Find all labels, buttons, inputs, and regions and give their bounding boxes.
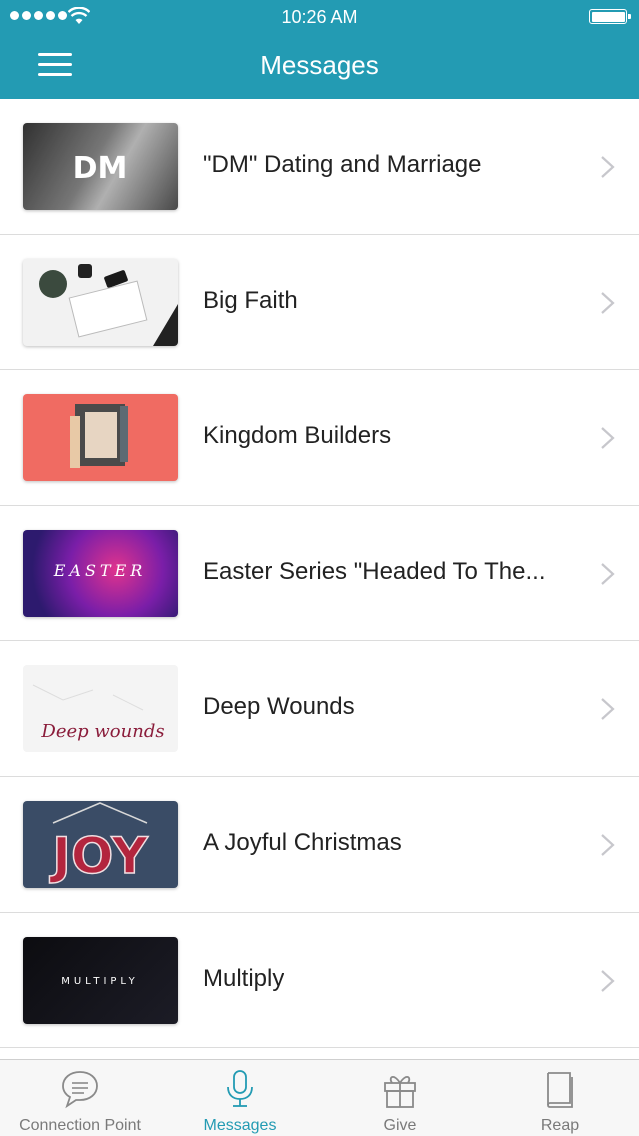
message-thumbnail: JOY [23, 800, 178, 888]
message-thumbnail: EASTER [23, 529, 178, 617]
chevron-right-icon [601, 562, 615, 585]
message-title: Multiply [203, 964, 285, 992]
message-title: "DM" Dating and Marriage [203, 151, 482, 178]
list-item[interactable]: DM "DM" Dating and Marriage [0, 99, 639, 235]
tab-reap[interactable]: Reap [480, 1060, 639, 1136]
message-thumbnail [23, 394, 178, 482]
gift-icon [384, 1076, 416, 1108]
messages-list: DM "DM" Dating and Marriage Big Faith Ki… [0, 99, 639, 1059]
message-thumbnail [23, 258, 178, 346]
tab-label: Messages [203, 1117, 277, 1134]
list-item[interactable]: JOY A Joyful Christmas [0, 777, 639, 913]
page-title: Messages [260, 50, 379, 80]
tab-label: Connection Point [19, 1117, 141, 1134]
chevron-right-icon [601, 698, 615, 721]
status-bar: 10:26 AM [0, 0, 639, 34]
chevron-right-icon [601, 834, 615, 856]
thumb-text: JOY [49, 827, 148, 885]
tab-label: Give [383, 1117, 417, 1134]
message-title: Big Faith [203, 286, 298, 314]
book-icon [547, 1072, 573, 1108]
chevron-right-icon [601, 291, 615, 314]
thumb-text: EASTER [53, 561, 147, 580]
tab-messages[interactable]: Messages [160, 1060, 320, 1136]
nav-header: 10:26 AM Messages [0, 0, 639, 99]
message-title: Kingdom Builders [203, 422, 392, 450]
tab-connection-point[interactable]: Connection Point [0, 1060, 160, 1136]
message-title: A Joyful Christmas [203, 828, 402, 856]
tab-bar: Connection Point Messages Give Reap [0, 1059, 639, 1136]
thumb-text: Deep wounds [40, 721, 164, 742]
status-time: 10:26 AM [281, 7, 358, 27]
chevron-right-icon [601, 156, 615, 178]
battery-icon [589, 9, 631, 24]
message-thumbnail: Deep wounds [23, 665, 178, 753]
chevron-right-icon [601, 969, 615, 992]
microphone-icon [227, 1070, 253, 1107]
message-thumbnail: MULTIPLY [23, 936, 178, 1024]
list-item[interactable]: Deep wounds Deep Wounds [0, 641, 639, 777]
message-thumbnail: DM [23, 123, 178, 210]
chat-bubble-icon [62, 1071, 98, 1109]
list-item[interactable]: MULTIPLY Multiply [0, 913, 639, 1049]
thumb-text: MULTIPLY [61, 976, 139, 987]
list-item[interactable]: Big Faith [0, 235, 639, 371]
list-item[interactable]: Kingdom Builders [0, 370, 639, 506]
chevron-right-icon [601, 427, 615, 450]
tab-label: Reap [540, 1117, 580, 1134]
message-title: Easter Series "Headed To The... [203, 557, 546, 585]
thumb-text: DM [73, 151, 128, 186]
message-title: Deep Wounds [203, 693, 355, 721]
list-item[interactable]: EASTER Easter Series "Headed To The... [0, 506, 639, 642]
tab-give[interactable]: Give [320, 1060, 480, 1136]
